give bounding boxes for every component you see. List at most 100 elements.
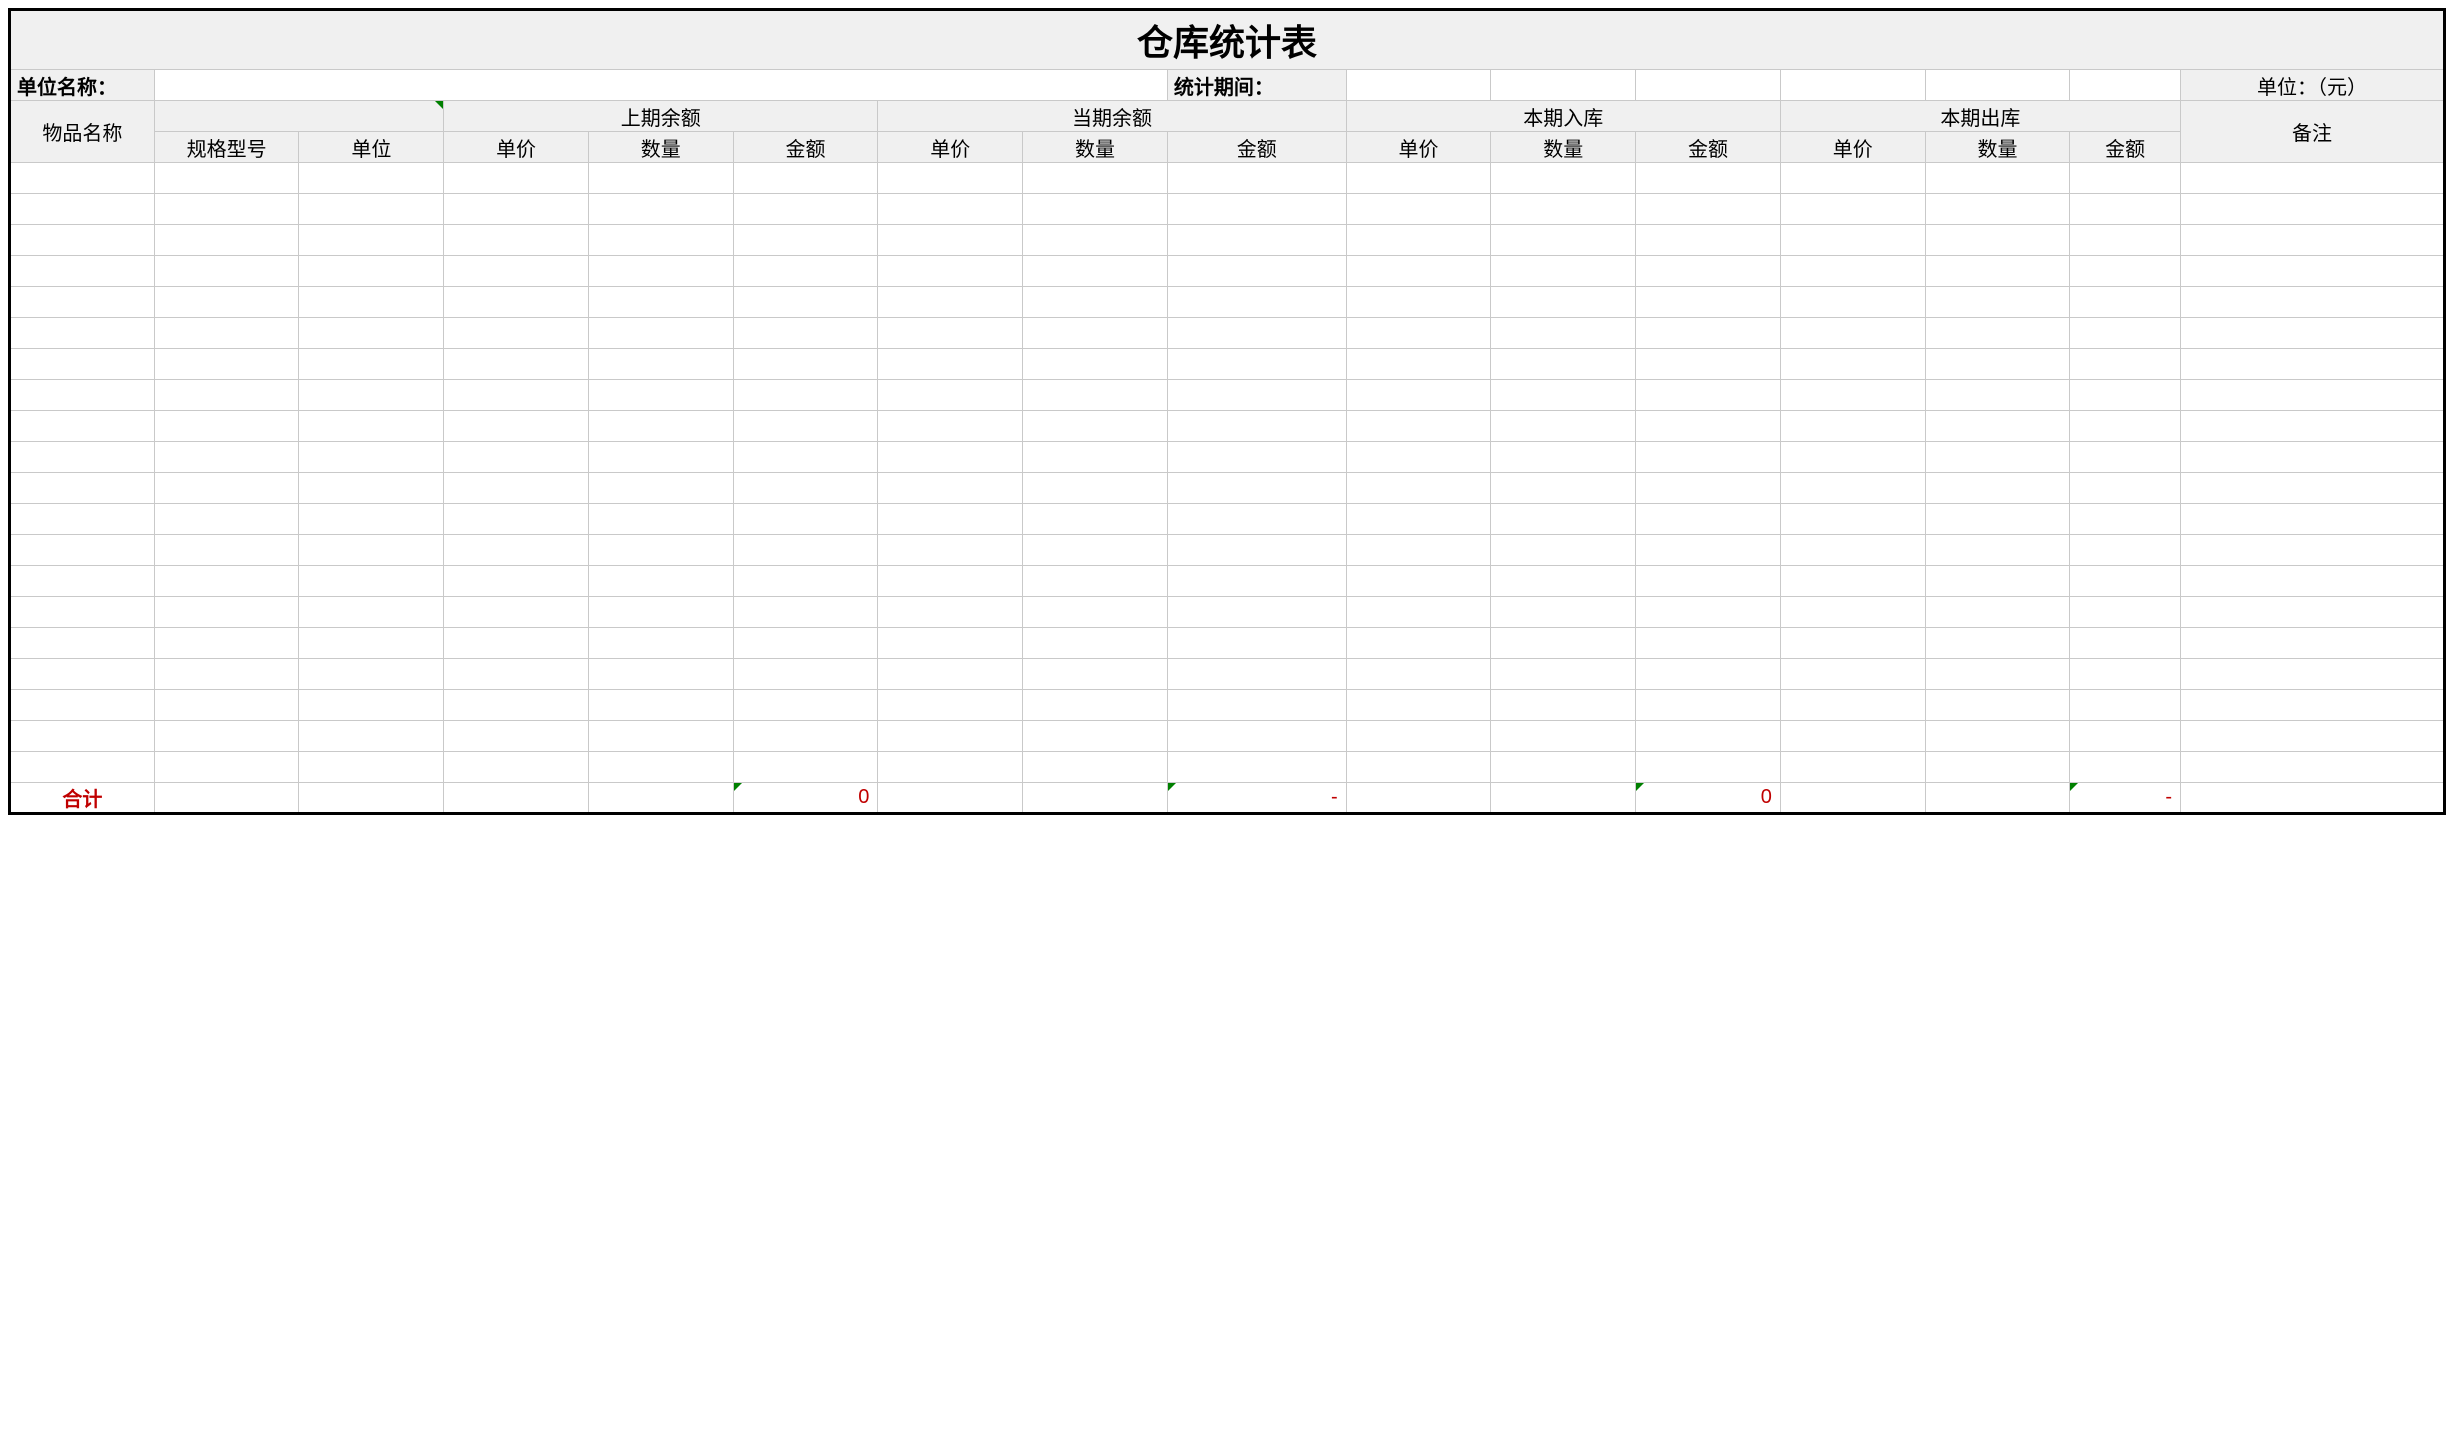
data-cell[interactable] bbox=[2070, 659, 2181, 690]
data-cell[interactable] bbox=[10, 535, 155, 566]
data-cell[interactable] bbox=[444, 442, 589, 473]
data-cell[interactable] bbox=[1925, 690, 2070, 721]
data-cell[interactable] bbox=[733, 566, 878, 597]
data-cell[interactable] bbox=[2070, 690, 2181, 721]
data-cell[interactable] bbox=[2181, 597, 2445, 628]
data-cell[interactable] bbox=[733, 628, 878, 659]
data-cell[interactable] bbox=[154, 256, 299, 287]
data-cell[interactable] bbox=[1491, 659, 1636, 690]
data-cell[interactable] bbox=[2070, 318, 2181, 349]
data-cell[interactable] bbox=[2070, 256, 2181, 287]
data-cell[interactable] bbox=[588, 318, 733, 349]
data-cell[interactable] bbox=[1023, 752, 1168, 783]
period-cell-2[interactable] bbox=[1491, 70, 1636, 101]
data-cell[interactable] bbox=[588, 597, 733, 628]
data-cell[interactable] bbox=[878, 163, 1023, 194]
data-cell[interactable] bbox=[154, 752, 299, 783]
period-cell-4[interactable] bbox=[1780, 70, 1925, 101]
data-cell[interactable] bbox=[1023, 535, 1168, 566]
data-cell[interactable] bbox=[2070, 442, 2181, 473]
data-cell[interactable] bbox=[1925, 504, 2070, 535]
data-cell[interactable] bbox=[299, 504, 444, 535]
data-cell[interactable] bbox=[1023, 194, 1168, 225]
data-cell[interactable] bbox=[444, 380, 589, 411]
data-cell[interactable] bbox=[733, 287, 878, 318]
data-cell[interactable] bbox=[733, 411, 878, 442]
data-cell[interactable] bbox=[588, 721, 733, 752]
data-cell[interactable] bbox=[444, 752, 589, 783]
data-cell[interactable] bbox=[588, 194, 733, 225]
data-cell[interactable] bbox=[733, 163, 878, 194]
data-cell[interactable] bbox=[1346, 504, 1491, 535]
data-cell[interactable] bbox=[733, 442, 878, 473]
data-cell[interactable] bbox=[299, 659, 444, 690]
data-cell[interactable] bbox=[1023, 504, 1168, 535]
data-cell[interactable] bbox=[588, 256, 733, 287]
data-cell[interactable] bbox=[1925, 442, 2070, 473]
data-cell[interactable] bbox=[154, 628, 299, 659]
data-cell[interactable] bbox=[1925, 566, 2070, 597]
data-cell[interactable] bbox=[154, 504, 299, 535]
data-cell[interactable] bbox=[733, 225, 878, 256]
data-cell[interactable] bbox=[878, 597, 1023, 628]
data-cell[interactable] bbox=[1925, 535, 2070, 566]
data-cell[interactable] bbox=[299, 225, 444, 256]
data-cell[interactable] bbox=[299, 473, 444, 504]
data-cell[interactable] bbox=[2070, 752, 2181, 783]
data-cell[interactable] bbox=[1780, 225, 1925, 256]
data-cell[interactable] bbox=[1925, 721, 2070, 752]
data-cell[interactable] bbox=[1491, 287, 1636, 318]
data-cell[interactable] bbox=[154, 566, 299, 597]
data-cell[interactable] bbox=[1167, 752, 1346, 783]
data-cell[interactable] bbox=[1491, 256, 1636, 287]
data-cell[interactable] bbox=[154, 473, 299, 504]
data-cell[interactable] bbox=[154, 225, 299, 256]
data-cell[interactable] bbox=[1167, 535, 1346, 566]
data-cell[interactable] bbox=[1636, 442, 1781, 473]
data-cell[interactable] bbox=[2181, 442, 2445, 473]
data-cell[interactable] bbox=[444, 411, 589, 442]
data-cell[interactable] bbox=[1925, 597, 2070, 628]
data-cell[interactable] bbox=[878, 411, 1023, 442]
data-cell[interactable] bbox=[444, 659, 589, 690]
data-cell[interactable] bbox=[1780, 535, 1925, 566]
data-cell[interactable] bbox=[1346, 194, 1491, 225]
data-cell[interactable] bbox=[10, 442, 155, 473]
data-cell[interactable] bbox=[299, 690, 444, 721]
data-cell[interactable] bbox=[733, 349, 878, 380]
data-cell[interactable] bbox=[588, 163, 733, 194]
data-cell[interactable] bbox=[1167, 659, 1346, 690]
data-cell[interactable] bbox=[2070, 225, 2181, 256]
data-cell[interactable] bbox=[1780, 473, 1925, 504]
data-cell[interactable] bbox=[1491, 163, 1636, 194]
data-cell[interactable] bbox=[1346, 597, 1491, 628]
data-cell[interactable] bbox=[444, 287, 589, 318]
data-cell[interactable] bbox=[1491, 349, 1636, 380]
data-cell[interactable] bbox=[878, 504, 1023, 535]
data-cell[interactable] bbox=[733, 597, 878, 628]
data-cell[interactable] bbox=[1023, 256, 1168, 287]
data-cell[interactable] bbox=[878, 659, 1023, 690]
data-cell[interactable] bbox=[154, 411, 299, 442]
data-cell[interactable] bbox=[1925, 194, 2070, 225]
data-cell[interactable] bbox=[1780, 752, 1925, 783]
data-cell[interactable] bbox=[2070, 411, 2181, 442]
data-cell[interactable] bbox=[2070, 473, 2181, 504]
data-cell[interactable] bbox=[1925, 256, 2070, 287]
data-cell[interactable] bbox=[444, 318, 589, 349]
data-cell[interactable] bbox=[2070, 721, 2181, 752]
data-cell[interactable] bbox=[1636, 504, 1781, 535]
data-cell[interactable] bbox=[2070, 597, 2181, 628]
period-cell-5[interactable] bbox=[1925, 70, 2070, 101]
data-cell[interactable] bbox=[444, 349, 589, 380]
data-cell[interactable] bbox=[1023, 411, 1168, 442]
data-cell[interactable] bbox=[878, 473, 1023, 504]
data-cell[interactable] bbox=[1167, 163, 1346, 194]
data-cell[interactable] bbox=[733, 256, 878, 287]
data-cell[interactable] bbox=[10, 411, 155, 442]
data-cell[interactable] bbox=[1491, 597, 1636, 628]
data-cell[interactable] bbox=[1491, 411, 1636, 442]
data-cell[interactable] bbox=[1636, 659, 1781, 690]
data-cell[interactable] bbox=[1636, 752, 1781, 783]
data-cell[interactable] bbox=[444, 225, 589, 256]
